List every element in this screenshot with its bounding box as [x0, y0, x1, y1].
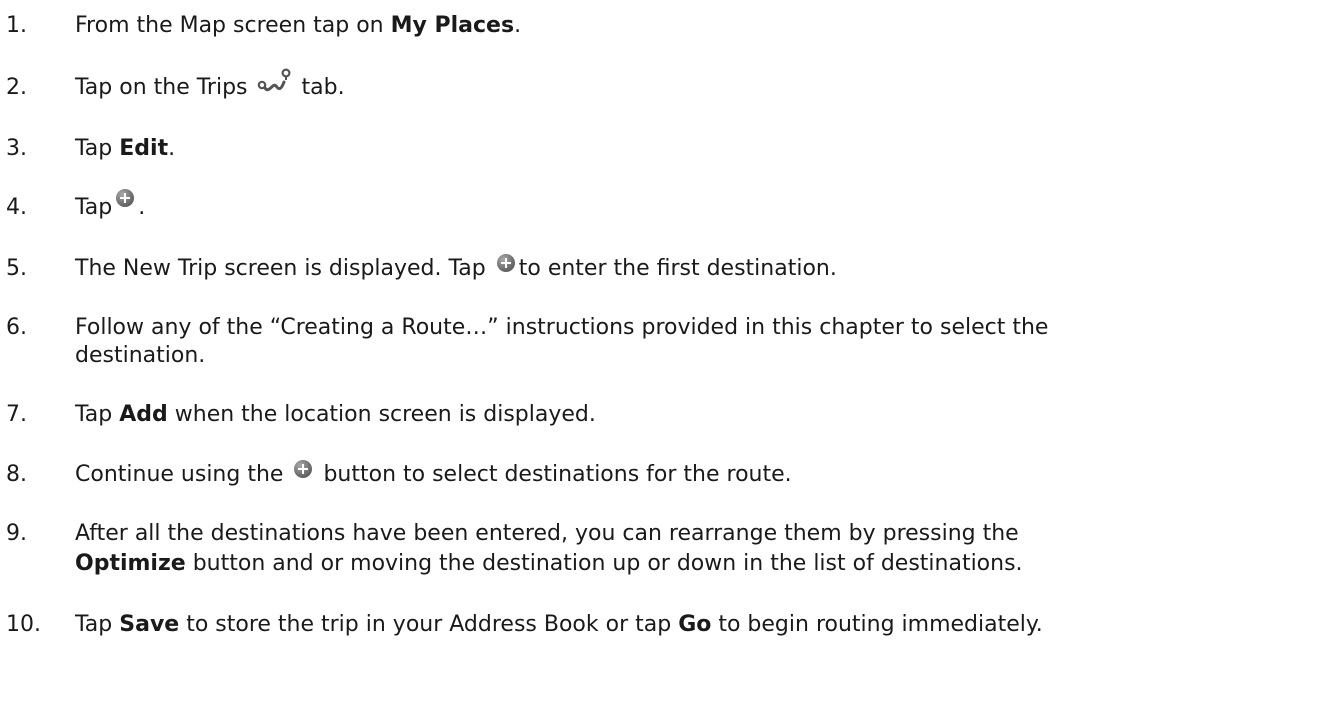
- step-text-line-2: Optimize button and or moving the destin…: [75, 551, 1023, 576]
- step-number: 1.: [6, 13, 27, 38]
- ui-term: My Places: [390, 13, 515, 38]
- ui-term: Add: [119, 402, 168, 427]
- step-text: Tap Add when the location screen is disp…: [75, 402, 596, 427]
- step-number: 3.: [6, 136, 27, 161]
- step-text: Tap.: [75, 189, 145, 224]
- ui-term: Save: [119, 612, 180, 637]
- step-text: Tap Edit.: [75, 136, 176, 161]
- step-text: From the Map screen tap on My Places.: [75, 13, 522, 38]
- step-number: 7.: [6, 402, 27, 427]
- add-circle-icon: [294, 460, 313, 478]
- step-text: Tap Save to store the trip in your Addre…: [75, 612, 1043, 637]
- step-number: 4.: [6, 195, 27, 220]
- ui-term: Optimize: [75, 551, 186, 576]
- step-text-line-1: Follow any of the “Creating a Route…” in…: [75, 315, 1049, 340]
- add-circle-icon: [116, 189, 135, 207]
- step-text: The New Trip screen is displayed. Tap to…: [75, 254, 837, 281]
- step-text-line-2: destination.: [75, 343, 206, 368]
- step-number: 5.: [6, 256, 27, 281]
- step-number: 10.: [6, 612, 41, 637]
- step-number: 8.: [6, 462, 27, 487]
- add-circle-icon: [496, 254, 515, 272]
- ui-term: Edit: [119, 136, 169, 161]
- trips-route-icon: [257, 68, 293, 96]
- step-number: 2.: [6, 75, 27, 100]
- step-text: Tap on the Trips tab.: [75, 68, 345, 104]
- step-number: 6.: [6, 315, 27, 340]
- ui-term: Go: [678, 612, 712, 637]
- step-text: Continue using the button to select dest…: [75, 460, 792, 487]
- step-text-line-1: After all the destinations have been ent…: [75, 521, 1019, 546]
- step-number: 9.: [6, 521, 27, 546]
